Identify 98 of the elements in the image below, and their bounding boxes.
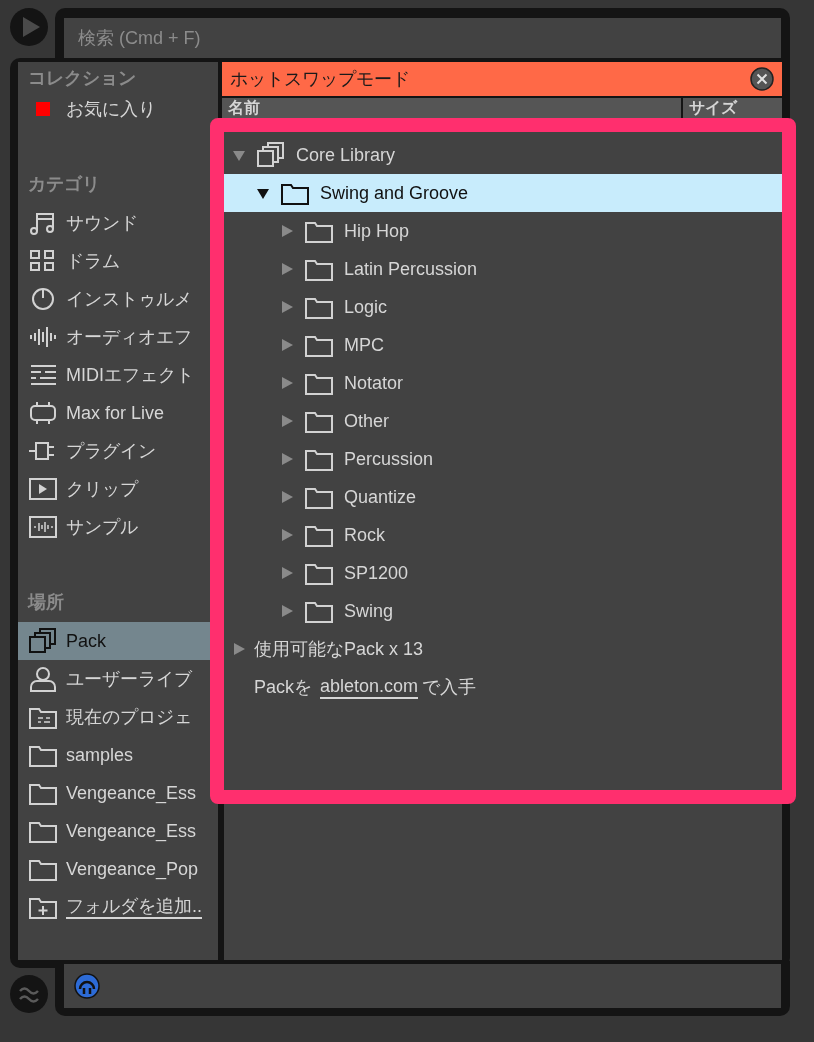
- tree-label: Latin Percussion: [344, 257, 478, 281]
- sidebar-item[interactable]: Vengeance_Ess: [18, 812, 218, 850]
- sample-icon: [28, 514, 58, 540]
- tree-row[interactable]: Percussion: [224, 440, 782, 478]
- tree-row[interactable]: Hip Hop: [224, 212, 782, 250]
- tree-row[interactable]: 使用可能なPack x 13: [224, 630, 782, 668]
- sidebar-item[interactable]: プラグイン: [18, 432, 218, 470]
- close-icon[interactable]: [750, 67, 774, 91]
- item-label: クリップ: [66, 477, 138, 501]
- item-label: フォルダを追加..: [66, 895, 202, 919]
- tree-row[interactable]: Quantize: [224, 478, 782, 516]
- tree-row[interactable]: Swing: [224, 592, 782, 630]
- tree-row[interactable]: Notator: [224, 364, 782, 402]
- stacked-squares-icon: [28, 628, 58, 654]
- tree-label: SP1200: [344, 561, 409, 585]
- item-label: オーディオエフ: [66, 325, 192, 349]
- item-label: samples: [66, 743, 134, 767]
- sidebar-item[interactable]: フォルダを追加..: [18, 888, 218, 926]
- tree-row[interactable]: Swing and Groove: [224, 174, 782, 212]
- waveform-icon: [28, 324, 58, 350]
- get-packs-text: Packを: [254, 675, 313, 699]
- item-label: お気に入り: [66, 97, 156, 121]
- tree-row[interactable]: SP1200: [224, 554, 782, 592]
- item-label: サンプル: [66, 515, 138, 539]
- item-label: 現在のプロジェ: [66, 705, 192, 729]
- tree-label: Notator: [344, 371, 404, 395]
- tree-label: Logic: [344, 295, 388, 319]
- sidebar-item[interactable]: ドラム: [18, 242, 218, 280]
- item-label: インストゥルメ: [66, 287, 192, 311]
- tree-label: Other: [344, 409, 390, 433]
- item-label: プラグイン: [66, 439, 156, 463]
- sidebar-item[interactable]: ユーザーライブ: [18, 660, 218, 698]
- sidebar-item[interactable]: Vengeance_Ess: [18, 774, 218, 812]
- collapsed-triangle-icon[interactable]: [280, 224, 294, 238]
- item-label: Vengeance_Pop: [66, 857, 199, 882]
- collapsed-triangle-icon[interactable]: [280, 414, 294, 428]
- sidebar-item[interactable]: クリップ: [18, 470, 218, 508]
- section-title: 場所: [26, 591, 65, 614]
- item-label: ドラム: [66, 249, 120, 273]
- collapsed-triangle-icon[interactable]: [280, 452, 294, 466]
- item-label: Vengeance_Ess: [66, 819, 197, 844]
- section-title: コレクション: [27, 67, 137, 90]
- tree-label: Quantize: [344, 485, 417, 509]
- section-title: カテゴリ: [27, 173, 101, 196]
- tree-label: MPC: [344, 333, 384, 357]
- sidebar-item[interactable]: MIDIエフェクト: [18, 356, 218, 394]
- tree-label: Rock: [344, 523, 385, 547]
- play-clip-icon: [28, 476, 58, 502]
- sidebar-item[interactable]: Max for Live: [18, 394, 218, 432]
- item-label: サウンド: [66, 211, 138, 235]
- collapsed-triangle-icon[interactable]: [280, 566, 294, 580]
- website-link[interactable]: ableton.com: [320, 675, 419, 699]
- tree-row[interactable]: Core Library: [224, 136, 782, 174]
- item-label: Pack: [66, 629, 107, 653]
- sidebar-item[interactable]: samples: [18, 736, 218, 774]
- tree-row[interactable]: MPC: [224, 326, 782, 364]
- item-label: MIDIエフェクト: [66, 363, 194, 387]
- sidebar-item[interactable]: Vengeance_Pop: [18, 850, 218, 888]
- tree-row[interactable]: Latin Percussion: [224, 250, 782, 288]
- device-icon: [28, 400, 58, 426]
- search-field[interactable]: 検索 (Cmd + F): [64, 18, 781, 58]
- collapsed-triangle-icon[interactable]: [280, 604, 294, 618]
- column-header[interactable]: サイズ: [683, 98, 782, 118]
- item-label: ユーザーライブ: [66, 667, 192, 691]
- tree-label: Hip Hop: [344, 219, 410, 243]
- midi-lines-icon: [28, 362, 58, 388]
- sidebar-item[interactable]: サウンド: [18, 204, 218, 242]
- get-packs-suffix: で入手: [422, 675, 477, 699]
- hotswap-label: ホットスワップモード: [230, 67, 410, 91]
- headphones-icon[interactable]: [74, 973, 100, 999]
- sidebar-item[interactable]: 現在のプロジェ: [18, 698, 218, 736]
- sidebar-item[interactable]: インストゥルメ: [18, 280, 218, 318]
- collapsed-triangle-icon[interactable]: [280, 300, 294, 314]
- collapsed-triangle-icon[interactable]: [280, 528, 294, 542]
- collapsed-triangle-icon[interactable]: [280, 490, 294, 504]
- person-icon: [28, 666, 58, 692]
- stacked-squares-icon: [256, 142, 286, 168]
- collapsed-triangle-icon[interactable]: [232, 642, 246, 656]
- expanded-triangle-icon[interactable]: [256, 186, 270, 200]
- item-label: Vengeance_Ess: [66, 781, 197, 806]
- column-header[interactable]: 名前: [222, 98, 681, 118]
- sidebar-item[interactable]: オーディオエフ: [18, 318, 218, 356]
- collapsed-triangle-icon[interactable]: [280, 338, 294, 352]
- sidebar-item[interactable]: お気に入り: [18, 90, 218, 128]
- wave-button[interactable]: [10, 975, 48, 1013]
- tree-label: Percussion: [344, 447, 434, 471]
- play-button[interactable]: [10, 8, 48, 46]
- item-label: Max for Live: [66, 401, 165, 425]
- sidebar-item[interactable]: サンプル: [18, 508, 218, 546]
- tree-row[interactable]: Other: [224, 402, 782, 440]
- collapsed-triangle-icon[interactable]: [280, 262, 294, 276]
- tree-row[interactable]: Logic: [224, 288, 782, 326]
- tree-label: Swing and Groove: [320, 181, 469, 205]
- collapsed-triangle-icon[interactable]: [280, 376, 294, 390]
- tree-label: Swing: [344, 599, 394, 623]
- tree-label: Core Library: [296, 143, 396, 167]
- tree-row[interactable]: Rock: [224, 516, 782, 554]
- tree-label: 使用可能なPack x 13: [254, 637, 424, 661]
